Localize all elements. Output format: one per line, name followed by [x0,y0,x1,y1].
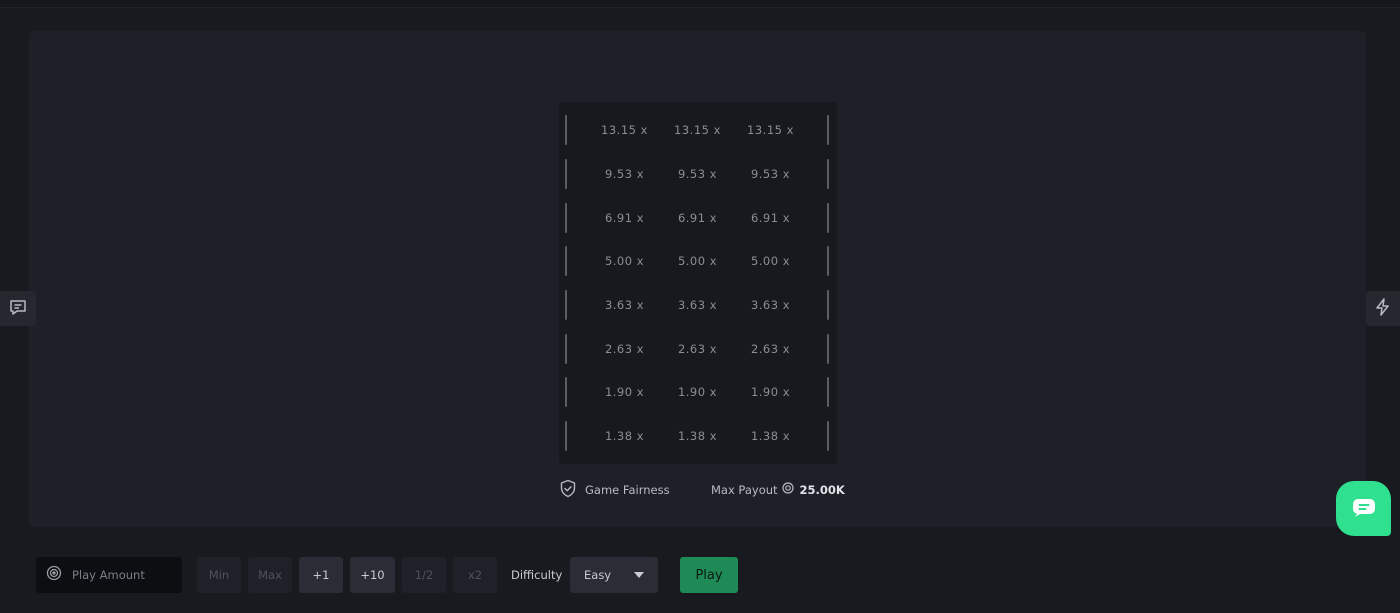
tile[interactable]: 13.15 x [588,115,661,145]
tile[interactable]: 13.15 x [661,115,734,145]
game-fairness-link[interactable]: Game Fairness [559,479,670,501]
plus-ten-button[interactable]: +10 [350,557,395,593]
row-left-edge [565,377,567,407]
board-row: 1.90 x 1.90 x 1.90 x [559,377,837,407]
difficulty-label: Difficulty [511,568,563,582]
tile[interactable]: 1.38 x [661,421,734,451]
play-button[interactable]: Play [680,557,738,593]
tile[interactable]: 1.90 x [661,377,734,407]
row-right-edge [827,421,829,451]
board-row: 9.53 x 9.53 x 9.53 x [559,159,837,189]
chevron-down-icon [634,572,644,578]
row-right-edge [827,290,829,320]
play-amount-field[interactable] [36,557,182,593]
tile[interactable]: 3.63 x [734,290,807,320]
row-right-edge [827,377,829,407]
chat-toggle[interactable] [0,291,36,326]
tile[interactable]: 1.38 x [588,421,661,451]
lightning-icon [1373,297,1393,321]
tile[interactable]: 5.00 x [734,246,807,276]
tile[interactable]: 5.00 x [661,246,734,276]
board-row: 2.63 x 2.63 x 2.63 x [559,334,837,364]
board-row: 1.38 x 1.38 x 1.38 x [559,421,837,451]
quick-actions-toggle[interactable] [1366,291,1400,326]
max-payout-value: 25.00K [799,482,845,497]
support-chat-button[interactable] [1336,481,1391,536]
difficulty-value: Easy [584,568,612,582]
row-left-edge [565,246,567,276]
board-row: 5.00 x 5.00 x 5.00 x [559,246,837,276]
game-fairness-label: Game Fairness [585,482,670,497]
tile[interactable]: 1.90 x [734,377,807,407]
message-icon [1351,496,1377,522]
row-right-edge [827,115,829,145]
row-left-edge [565,115,567,145]
half-button[interactable]: 1/2 [402,557,446,593]
chat-icon [8,297,28,321]
row-left-edge [565,159,567,189]
shield-check-icon [559,479,577,501]
max-payout-label: Max Payout [711,482,778,497]
bet-controls: Min Max +1 +10 1/2 x2 Difficulty Easy Pl… [0,557,1400,593]
board-row: 6.91 x 6.91 x 6.91 x [559,203,837,233]
max-payout: Max Payout 25.00K [711,480,845,499]
plus-one-button[interactable]: +1 [299,557,343,593]
tile[interactable]: 9.53 x [661,159,734,189]
tile[interactable]: 9.53 x [588,159,661,189]
row-left-edge [565,203,567,233]
coin-icon [781,482,794,497]
tile[interactable]: 1.90 x [588,377,661,407]
tile[interactable]: 2.63 x [661,334,734,364]
row-right-edge [827,159,829,189]
row-right-edge [827,246,829,276]
board-row: 13.15 x 13.15 x 13.15 x [559,115,837,145]
difficulty-select[interactable]: Easy [570,557,658,593]
row-right-edge [827,334,829,364]
tile[interactable]: 6.91 x [661,203,734,233]
min-button[interactable]: Min [197,557,241,593]
coin-icon [46,565,62,585]
tile[interactable]: 9.53 x [734,159,807,189]
tile[interactable]: 13.15 x [734,115,807,145]
tile[interactable]: 6.91 x [588,203,661,233]
row-left-edge [565,421,567,451]
board-row: 3.63 x 3.63 x 3.63 x [559,290,837,320]
tower-board: 13.15 x 13.15 x 13.15 x 9.53 x 9.53 x 9.… [559,102,837,464]
play-amount-input[interactable] [72,568,172,582]
tile[interactable]: 1.38 x [734,421,807,451]
row-right-edge [827,203,829,233]
row-left-edge [565,334,567,364]
top-bar [0,0,1400,8]
tile[interactable]: 3.63 x [588,290,661,320]
max-button[interactable]: Max [248,557,292,593]
tile[interactable]: 3.63 x [661,290,734,320]
tile[interactable]: 6.91 x [734,203,807,233]
double-button[interactable]: x2 [453,557,497,593]
row-left-edge [565,290,567,320]
tile[interactable]: 2.63 x [588,334,661,364]
tile[interactable]: 5.00 x [588,246,661,276]
tile[interactable]: 2.63 x [734,334,807,364]
